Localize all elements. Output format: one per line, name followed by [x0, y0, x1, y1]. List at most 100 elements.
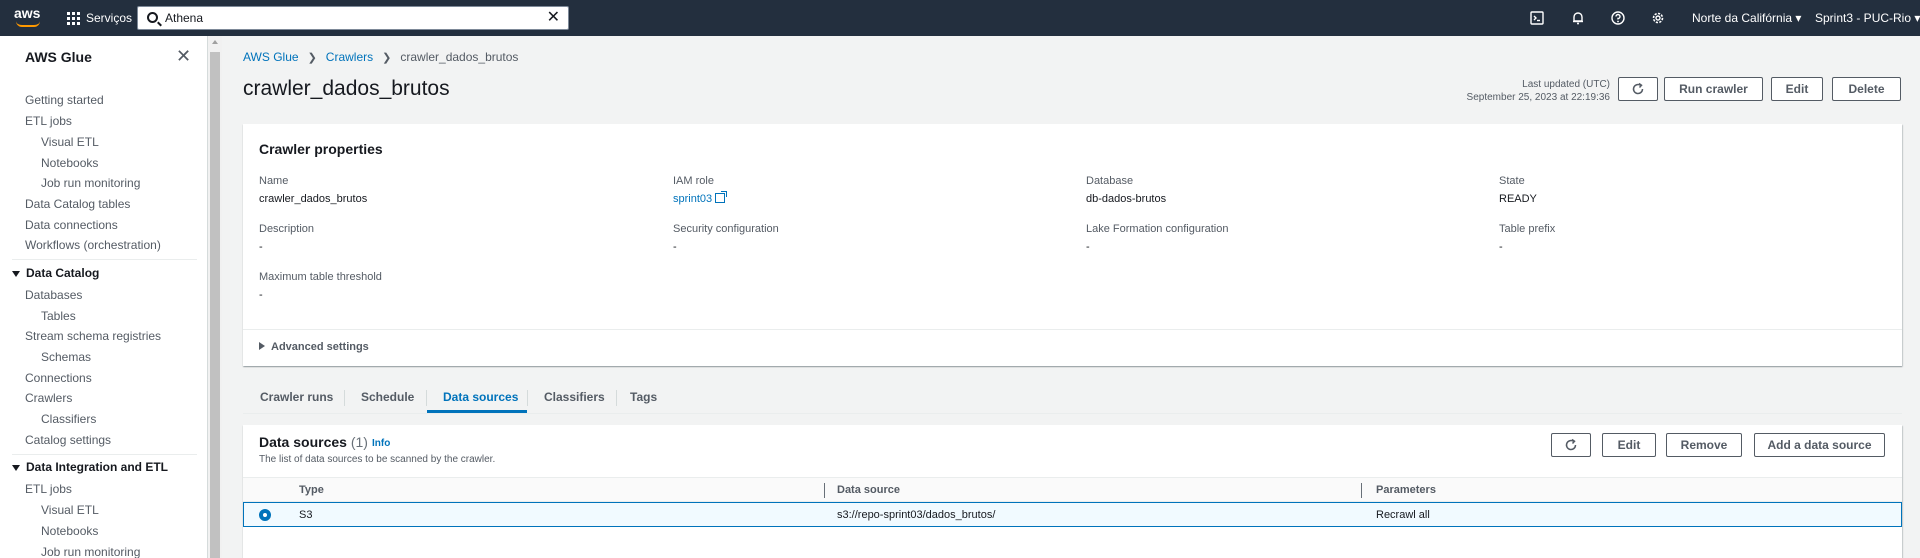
lake-formation-label: Lake Formation configuration: [1086, 223, 1229, 235]
title-text: Data sources: [259, 434, 347, 450]
tab-separator: [527, 390, 528, 406]
sidebar-item-catalog-settings[interactable]: Catalog settings: [25, 433, 111, 447]
sidebar-item-crawlers[interactable]: Crawlers: [25, 391, 72, 405]
remove-source-button[interactable]: Remove: [1666, 433, 1742, 457]
edit-button[interactable]: Edit: [1771, 77, 1823, 101]
security-config-label: Security configuration: [673, 223, 779, 235]
sidebar-item-etl-jobs[interactable]: ETL jobs: [25, 114, 72, 128]
sidebar-item-tables[interactable]: Tables: [41, 309, 76, 323]
sidebar-item-job-run-monitoring[interactable]: Job run monitoring: [41, 176, 140, 190]
tab-data-sources[interactable]: Data sources: [443, 385, 518, 413]
iam-role-value: sprint03: [673, 193, 713, 205]
breadcrumb-crawlers[interactable]: Crawlers: [326, 50, 373, 64]
advanced-settings-toggle[interactable]: Advanced settings: [259, 341, 369, 353]
breadcrumb-current: crawler_dados_brutos: [400, 50, 519, 64]
refresh-button[interactable]: [1618, 77, 1658, 101]
sidebar-item-job-run-monitoring-2[interactable]: Job run monitoring: [41, 545, 140, 558]
lake-formation-value: -: [1086, 241, 1090, 253]
grid-icon: [67, 11, 80, 25]
aws-logo-text: aws: [14, 5, 41, 21]
last-updated-label: Last updated (UTC): [1522, 79, 1610, 90]
help-icon[interactable]: [1611, 11, 1625, 25]
section-label: Data Catalog: [26, 266, 100, 280]
tab-classifiers[interactable]: Classifiers: [544, 385, 605, 413]
gear-icon[interactable]: [1651, 11, 1665, 25]
chevron-right-icon: ❯: [307, 51, 317, 64]
tab-separator: [344, 390, 345, 406]
data-sources-description: The list of data sources to be scanned b…: [259, 454, 496, 465]
tab-crawler-runs[interactable]: Crawler runs: [260, 385, 333, 413]
description-value: -: [259, 241, 263, 253]
bell-icon[interactable]: [1571, 11, 1585, 25]
sidebar-scrollbar[interactable]: [208, 36, 222, 558]
sidebar-item-workflows[interactable]: Workflows (orchestration): [25, 238, 161, 252]
sidebar-item-data-connections[interactable]: Data connections: [25, 218, 118, 232]
sidebar-item-notebooks[interactable]: Notebooks: [41, 156, 98, 170]
data-sources-title: Data sources (1): [259, 434, 368, 450]
sidebar-item-visual-etl-2[interactable]: Visual ETL: [41, 503, 99, 517]
services-menu[interactable]: Serviços: [67, 0, 132, 36]
database-value: db-dados-brutos: [1086, 193, 1167, 205]
chevron-down-icon: ▾: [1795, 11, 1802, 25]
edit-source-button[interactable]: Edit: [1602, 433, 1656, 457]
tab-tags[interactable]: Tags: [630, 385, 657, 413]
region-label: Norte da Califórnia: [1692, 11, 1793, 25]
refresh-icon: [1565, 438, 1577, 451]
search-input[interactable]: [165, 9, 535, 27]
refresh-button[interactable]: [1551, 433, 1591, 457]
clear-search-icon[interactable]: ✕: [547, 9, 560, 27]
iam-role-link[interactable]: sprint03: [673, 191, 728, 205]
database-label: Database: [1086, 175, 1134, 187]
divider: [12, 259, 197, 260]
column-resizer[interactable]: [1361, 483, 1362, 498]
sidebar-section-data-integration[interactable]: Data Integration and ETL: [12, 460, 168, 474]
table-prefix-label: Table prefix: [1499, 223, 1556, 235]
row-radio[interactable]: [259, 509, 271, 521]
tab-schedule[interactable]: Schedule: [361, 385, 414, 413]
sidebar-item-databases[interactable]: Databases: [25, 288, 82, 302]
cell-parameters: Recrawl all: [1376, 509, 1430, 521]
max-table-threshold-label: Maximum table threshold: [259, 271, 382, 283]
column-data-source[interactable]: Data source: [837, 484, 900, 496]
panel-heading: Crawler properties: [259, 141, 383, 157]
max-table-threshold-value: -: [259, 289, 263, 301]
name-value: crawler_dados_brutos: [259, 193, 368, 205]
chevron-down-icon: ▾: [1914, 11, 1920, 25]
state-label: State: [1499, 175, 1525, 187]
sidebar-item-classifiers[interactable]: Classifiers: [41, 412, 96, 426]
scroll-up-icon[interactable]: [212, 40, 218, 44]
cloudshell-icon[interactable]: [1530, 11, 1544, 25]
column-parameters[interactable]: Parameters: [1376, 484, 1436, 496]
sidebar-item-getting-started[interactable]: Getting started: [25, 93, 104, 107]
delete-button[interactable]: Delete: [1832, 77, 1901, 101]
top-navigation: aws Serviços ✕ Norte da Califórnia ▾ Spr…: [0, 0, 1920, 36]
sidebar-item-visual-etl[interactable]: Visual ETL: [41, 135, 99, 149]
breadcrumb: AWS Glue ❯ Crawlers ❯ crawler_dados_brut…: [243, 50, 518, 64]
column-resizer[interactable]: [824, 483, 825, 498]
region-selector[interactable]: Norte da Califórnia ▾: [1692, 0, 1801, 36]
sidebar-item-etl-jobs-2[interactable]: ETL jobs: [25, 482, 72, 496]
scrollbar-thumb[interactable]: [210, 52, 220, 558]
sidebar-section-data-catalog[interactable]: Data Catalog: [12, 266, 99, 280]
add-data-source-button[interactable]: Add a data source: [1754, 433, 1885, 457]
security-config-value: -: [673, 241, 677, 253]
last-updated: Last updated (UTC) September 25, 2023 at…: [1467, 78, 1610, 104]
account-menu[interactable]: Sprint3 - PUC-Rio ▾: [1815, 0, 1920, 36]
sidebar-title: AWS Glue: [25, 49, 92, 65]
chevron-right-icon: ❯: [382, 51, 392, 64]
info-link[interactable]: Info: [372, 438, 390, 449]
sidebar-item-connections[interactable]: Connections: [25, 371, 92, 385]
breadcrumb-aws-glue[interactable]: AWS Glue: [243, 50, 299, 64]
cell-type: S3: [299, 509, 313, 521]
column-type[interactable]: Type: [299, 484, 324, 496]
close-icon[interactable]: ✕: [176, 47, 191, 65]
sidebar-item-data-catalog-tables[interactable]: Data Catalog tables: [25, 197, 130, 211]
aws-logo[interactable]: aws: [14, 6, 44, 30]
last-updated-value: September 25, 2023 at 22:19:36: [1466, 92, 1610, 103]
table-row[interactable]: S3 s3://repo-sprint03/dados_brutos/ Recr…: [243, 502, 1902, 527]
sidebar-item-schemas[interactable]: Schemas: [41, 350, 91, 364]
sidebar-item-stream-schema-registries[interactable]: Stream schema registries: [25, 329, 161, 343]
services-label: Serviços: [86, 11, 133, 25]
run-crawler-button[interactable]: Run crawler: [1664, 77, 1763, 101]
sidebar-item-notebooks-2[interactable]: Notebooks: [41, 524, 98, 538]
